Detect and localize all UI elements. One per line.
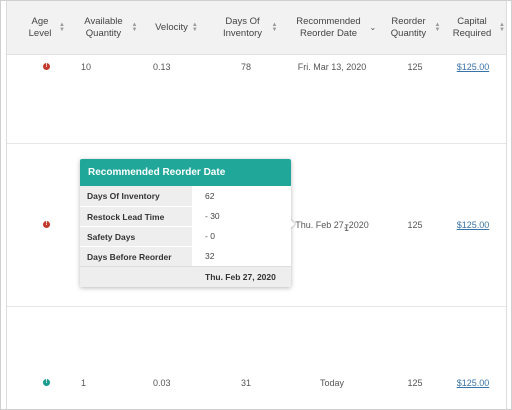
age-info-icon: ! — [43, 379, 50, 386]
popover-row: Restock Lead Time - 30 — [80, 206, 291, 226]
sort-icon: ▲ ▼ — [191, 21, 198, 33]
days-of-inventory-cell: 78 — [240, 62, 251, 72]
reorder-date-popover: Recommended Reorder Date Days Of Invento… — [80, 159, 291, 287]
column-header-capital-required[interactable]: Capital Required ▲ ▼ — [447, 1, 506, 54]
popover-row: Safety Days - 0 — [80, 226, 291, 246]
left-border — [6, 1, 7, 409]
velocity-cell: 0.03 — [153, 378, 171, 388]
popover-value: - 30 — [205, 211, 220, 221]
popover-label: Days Of Inventory — [80, 186, 192, 206]
column-label: Age Level — [28, 15, 52, 39]
column-header-velocity[interactable]: Velocity ▲ ▼ — [143, 1, 209, 54]
age-alert-icon: ! — [43, 221, 50, 228]
popover-result: Thu. Feb 27, 2020 — [80, 266, 291, 287]
column-header-age-level[interactable]: Age Level ▲ ▼ — [17, 1, 72, 54]
column-label: Available Quantity — [84, 15, 123, 39]
popover-label: Safety Days — [80, 226, 192, 246]
column-header-recommended-reorder-date[interactable]: Recommended Reorder Date ⌄ — [285, 1, 381, 54]
reorder-date-cell[interactable]: Fri. Mar 13, 2020 — [287, 62, 377, 72]
reorder-date-cell[interactable]: Thu. Feb 27, 2020 — [287, 220, 377, 230]
sort-descending-icon: ⌄ — [369, 23, 377, 32]
reorder-date-cell[interactable]: Today — [297, 378, 367, 388]
column-label: Reorder Quantity — [390, 15, 427, 39]
popover-row: Days Before Reorder 32 — [80, 246, 291, 266]
sort-icon: ▲ ▼ — [434, 21, 441, 33]
popover-value: 32 — [205, 251, 215, 261]
popover-row: Days Of Inventory 62 — [80, 186, 291, 206]
column-header-reorder-quantity[interactable]: Reorder Quantity ▲ ▼ — [385, 1, 441, 54]
column-label: Capital Required — [452, 15, 492, 39]
popover-label: Days Before Reorder — [80, 246, 192, 266]
sort-icon: ▲ ▼ — [59, 21, 65, 33]
days-of-inventory-cell: 31 — [240, 378, 251, 388]
sort-icon: ▲ ▼ — [131, 21, 138, 33]
text-cursor-icon: I — [344, 224, 350, 234]
sort-icon: ▲ ▼ — [499, 21, 505, 33]
column-label: Recommended Reorder Date — [296, 15, 361, 39]
available-quantity-cell: 10 — [81, 62, 92, 72]
popover-title: Recommended Reorder Date — [80, 159, 291, 186]
popover-value: 62 — [205, 191, 215, 201]
popover-label: Restock Lead Time — [80, 206, 192, 226]
popover-caret — [290, 219, 295, 229]
column-header-days-of-inventory[interactable]: Days Of Inventory ▲ ▼ — [211, 1, 283, 54]
available-quantity-cell: 1 — [81, 378, 87, 388]
row-divider — [7, 143, 506, 144]
column-header-available-quantity[interactable]: Available Quantity ▲ ▼ — [75, 1, 141, 54]
popover-result-value: Thu. Feb 27, 2020 — [205, 272, 276, 282]
row-divider — [7, 306, 506, 307]
capital-required-link[interactable]: $125.00 — [438, 378, 508, 388]
capital-required-link[interactable]: $125.00 — [438, 220, 508, 230]
capital-required-link[interactable]: $125.00 — [438, 62, 508, 72]
table-header: Age Level ▲ ▼ Available Quantity ▲ ▼ Veloc… — [7, 1, 506, 55]
sort-icon: ▲ ▼ — [271, 21, 278, 33]
velocity-cell: 0.13 — [153, 62, 171, 72]
age-alert-icon: ! — [43, 63, 50, 70]
column-label: Velocity — [155, 21, 188, 33]
popover-value: - 0 — [205, 231, 215, 241]
column-label: Days Of Inventory — [222, 15, 263, 39]
inventory-table: Age Level ▲ ▼ Available Quantity ▲ ▼ Veloc… — [0, 0, 512, 410]
